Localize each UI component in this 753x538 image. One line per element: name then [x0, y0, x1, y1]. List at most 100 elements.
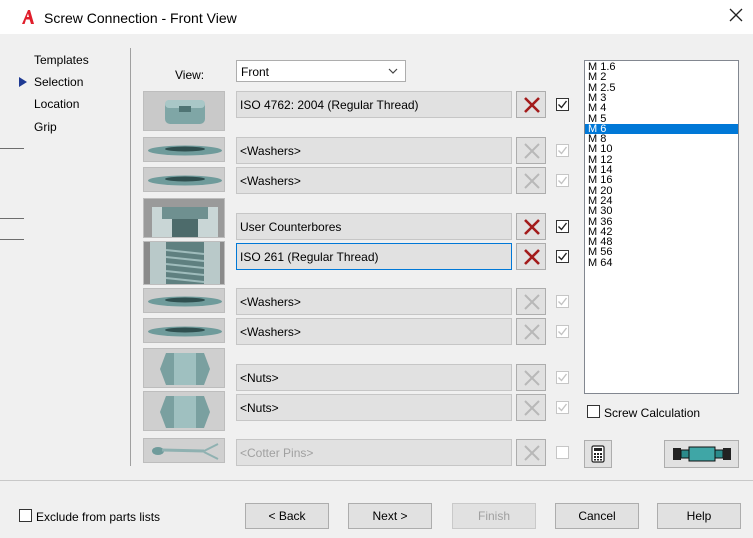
checkmark-icon	[558, 252, 568, 261]
size-item-selected[interactable]: M 6	[585, 123, 738, 134]
back-button[interactable]: < Back	[245, 503, 329, 529]
delete-nut-button[interactable]	[516, 394, 546, 421]
thread-checkbox[interactable]	[556, 250, 569, 263]
checkmark-icon	[558, 100, 568, 109]
screw-calculation-checkbox[interactable]	[587, 405, 600, 418]
exclude-from-parts-lists-checkbox[interactable]	[19, 509, 32, 522]
counterbore-field[interactable]: User Counterbores	[236, 213, 512, 240]
screw-field[interactable]: ISO 4762: 2004 (Regular Thread)	[236, 91, 512, 118]
title-bar: Screw Connection - Front View	[0, 0, 753, 34]
washer-field[interactable]: <Washers>	[236, 137, 512, 164]
checkmark-icon	[558, 222, 568, 231]
thread-field[interactable]: ISO 261 (Regular Thread)	[236, 243, 512, 270]
checkmark-icon	[558, 297, 568, 306]
size-item[interactable]: M 3	[585, 92, 738, 103]
nut-checkbox[interactable]	[556, 371, 569, 384]
washer-icon	[144, 289, 224, 312]
checkmark-icon	[558, 176, 568, 185]
nut-field[interactable]: <Nuts>	[236, 394, 512, 421]
screw-checkbox[interactable]	[556, 98, 569, 111]
chevron-down-icon	[388, 68, 398, 74]
thread-field-label: ISO 261 (Regular Thread)	[240, 250, 379, 264]
nut-icon	[144, 392, 224, 430]
screw-field-label: ISO 4762: 2004 (Regular Thread)	[240, 98, 419, 112]
washer-icon	[144, 319, 224, 342]
washer-thumbnail[interactable]	[143, 288, 225, 313]
counterbore-checkbox[interactable]	[556, 220, 569, 233]
calculator-button[interactable]	[584, 440, 612, 468]
delete-x-disabled-icon	[524, 143, 540, 159]
help-button[interactable]: Help	[657, 503, 741, 529]
delete-washer-button[interactable]	[516, 137, 546, 164]
washer-checkbox[interactable]	[556, 295, 569, 308]
delete-x-icon	[524, 97, 540, 113]
delete-washer-button[interactable]	[516, 318, 546, 345]
washer-field[interactable]: <Washers>	[236, 288, 512, 315]
delete-washer-button[interactable]	[516, 288, 546, 315]
nut-field[interactable]: <Nuts>	[236, 364, 512, 391]
size-item[interactable]: M 2.5	[585, 82, 738, 93]
counterbore-thumbnail[interactable]	[143, 198, 225, 238]
delete-x-disabled-icon	[524, 445, 540, 461]
footer-separator	[0, 480, 753, 481]
view-select[interactable]: Front	[236, 60, 406, 82]
exclude-from-parts-lists-label: Exclude from parts lists	[36, 510, 161, 524]
delete-thread-button[interactable]	[516, 243, 546, 270]
washer-checkbox[interactable]	[556, 325, 569, 338]
socket-head-screw-icon	[144, 92, 224, 130]
checkmark-icon	[558, 403, 568, 412]
cotter-pin-icon	[144, 439, 224, 462]
nav-item-selection[interactable]: Selection	[34, 75, 83, 89]
screw-calculation-label: Screw Calculation	[604, 406, 701, 420]
washer-thumbnail[interactable]	[143, 318, 225, 343]
cancel-button[interactable]: Cancel	[555, 503, 639, 529]
washer-icon	[144, 168, 224, 191]
close-button[interactable]	[727, 7, 745, 25]
nav-item-grip[interactable]: Grip	[34, 120, 57, 134]
delete-cotter-pin-button[interactable]	[516, 439, 546, 466]
delete-nut-button[interactable]	[516, 364, 546, 391]
nav-item-location[interactable]: Location	[34, 97, 79, 111]
nav-item-templates[interactable]: Templates	[34, 53, 89, 67]
washer-field[interactable]: <Washers>	[236, 318, 512, 345]
view-label: View:	[175, 68, 205, 82]
delete-x-disabled-icon	[524, 324, 540, 340]
washer-checkbox[interactable]	[556, 174, 569, 187]
cotter-pin-field-label: <Cotter Pins>	[240, 446, 314, 460]
nav-divider	[130, 48, 131, 466]
size-item[interactable]: M 1.6	[585, 61, 738, 72]
delete-screw-button[interactable]	[516, 91, 546, 118]
washer-thumbnail[interactable]	[143, 137, 225, 162]
nut-thumbnail[interactable]	[143, 391, 225, 431]
cotter-pin-checkbox[interactable]	[556, 446, 569, 459]
delete-x-icon	[524, 249, 540, 265]
delete-counterbore-button[interactable]	[516, 213, 546, 240]
finish-button[interactable]: Finish	[452, 503, 536, 529]
nut-thumbnail[interactable]	[143, 348, 225, 388]
delete-x-disabled-icon	[524, 400, 540, 416]
size-item[interactable]: M 5	[585, 113, 738, 124]
size-item[interactable]: M 64	[585, 257, 738, 268]
next-button[interactable]: Next >	[348, 503, 432, 529]
washer-thumbnail[interactable]	[143, 167, 225, 192]
cotter-pin-field[interactable]: <Cotter Pins>	[236, 439, 512, 466]
size-item[interactable]: M 4	[585, 103, 738, 114]
bolt-assembly-icon	[673, 446, 731, 462]
washer-checkbox[interactable]	[556, 144, 569, 157]
close-icon	[729, 8, 743, 22]
size-listbox[interactable]: M 1.6 M 2 M 2.5 M 3 M 4 M 5 M 6 M 8 M 10…	[584, 60, 739, 394]
edge-line	[0, 218, 24, 219]
nut-checkbox[interactable]	[556, 401, 569, 414]
size-item[interactable]: M 30	[585, 206, 738, 217]
bolt-preview-button[interactable]	[664, 440, 739, 468]
washer-field-label: <Washers>	[240, 295, 301, 309]
autocad-logo-icon	[22, 10, 34, 24]
delete-washer-button[interactable]	[516, 167, 546, 194]
nut-field-label: <Nuts>	[240, 401, 279, 415]
screw-thumbnail[interactable]	[143, 91, 225, 131]
cotter-pin-thumbnail[interactable]	[143, 438, 225, 463]
washer-field[interactable]: <Washers>	[236, 167, 512, 194]
washer-field-label: <Washers>	[240, 144, 301, 158]
threaded-hole-thumbnail[interactable]	[143, 241, 225, 285]
counterbore-field-label: User Counterbores	[240, 220, 342, 234]
